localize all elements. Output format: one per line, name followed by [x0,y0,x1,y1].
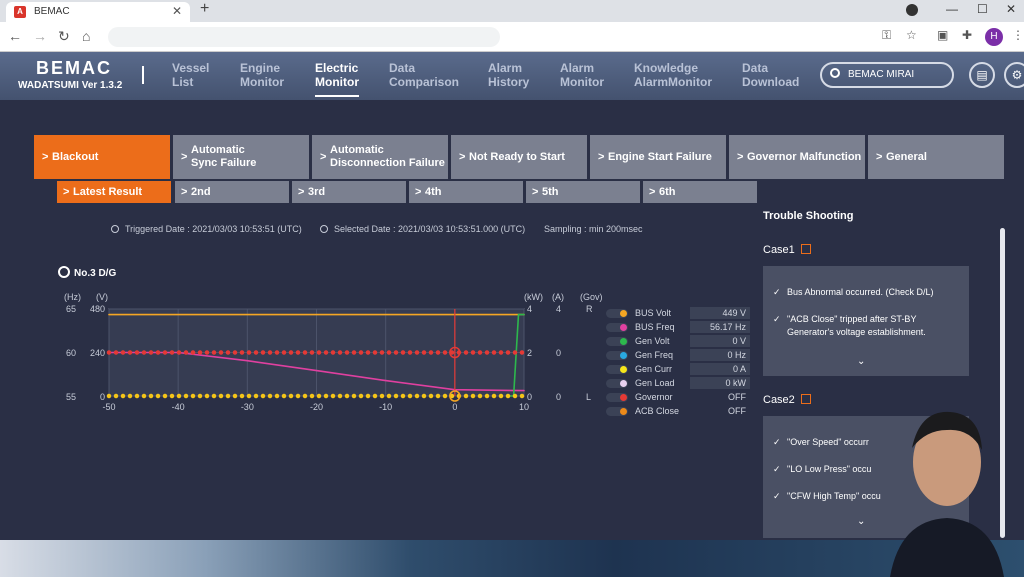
legend-row-gen-load[interactable]: Gen Load 0 kW [606,376,754,390]
toggle-icon[interactable] [606,365,628,374]
x-tick-label: 10 [519,402,529,412]
legend-value: OFF [728,392,746,402]
case-item-text: "ACB Close" tripped after ST-BY Generato… [787,314,926,337]
case-item-text: Bus Abnormal occurred. (Check D/L) [787,287,934,297]
legend-name: Gen Volt [635,336,670,346]
chevron-down-icon[interactable]: ⌄ [857,356,865,367]
x-tick-label: -40 [172,402,185,412]
legend-value: 0 V [690,335,750,347]
legend-value: OFF [728,406,746,416]
x-tick-label: -30 [241,402,254,412]
x-tick-label: -50 [102,402,115,412]
legend-name: BUS Freq [635,322,675,332]
legend-name: BUS Volt [635,308,672,318]
case-label: Case2 [763,394,795,406]
legend-value: 0 A [690,363,750,375]
case2-header: Case2 [763,394,811,406]
case1-header: Case1 [763,244,811,256]
chart-icon[interactable] [800,244,811,254]
chart-icon[interactable] [800,394,811,404]
legend-value: 56.17 Hz [690,321,750,333]
x-tick-label: -20 [310,402,323,412]
presenter-video [890,411,1004,577]
case1-panel: Bus Abnormal occurred. (Check D/L) "ACB … [763,266,969,376]
toggle-icon[interactable] [606,351,628,360]
x-tick-label: 0 [452,402,457,412]
toggle-icon[interactable] [606,323,628,332]
chevron-down-icon[interactable]: ⌄ [857,516,865,527]
case-label: Case1 [763,244,795,256]
legend-name: Gen Load [635,378,675,388]
legend-row-acb-close[interactable]: ACB Close OFF [606,404,754,418]
toggle-icon[interactable] [606,393,628,402]
case1-item: "ACB Close" tripped after ST-BY Generato… [773,313,963,339]
case1-item: Bus Abnormal occurred. (Check D/L) [773,286,963,299]
legend-row-gen-curr[interactable]: Gen Curr 0 A [606,362,754,376]
toggle-icon[interactable] [606,379,628,388]
legend-value: 0 Hz [690,349,750,361]
legend-row-gen-freq[interactable]: Gen Freq 0 Hz [606,348,754,362]
legend-row-bus-freq[interactable]: BUS Freq 56.17 Hz [606,320,754,334]
troubleshooting-title: Trouble Shooting [763,210,854,222]
toggle-icon[interactable] [606,407,628,416]
x-tick-label: -10 [379,402,392,412]
legend-name: Governor [635,392,673,402]
legend-value: 0 kW [690,377,750,389]
signal-legend: BUS Volt 449 V BUS Freq 56.17 Hz Gen Volt 0… [606,306,754,418]
legend-row-gen-volt[interactable]: Gen Volt 0 V [606,334,754,348]
legend-name: Gen Curr [635,364,673,374]
legend-row-governor[interactable]: Governor OFF [606,390,754,404]
legend-name: ACB Close [635,406,680,416]
legend-value: 449 V [690,307,750,319]
legend-name: Gen Freq [635,350,674,360]
toggle-icon[interactable] [606,309,628,318]
toggle-icon[interactable] [606,337,628,346]
legend-row-bus-volt[interactable]: BUS Volt 449 V [606,306,754,320]
